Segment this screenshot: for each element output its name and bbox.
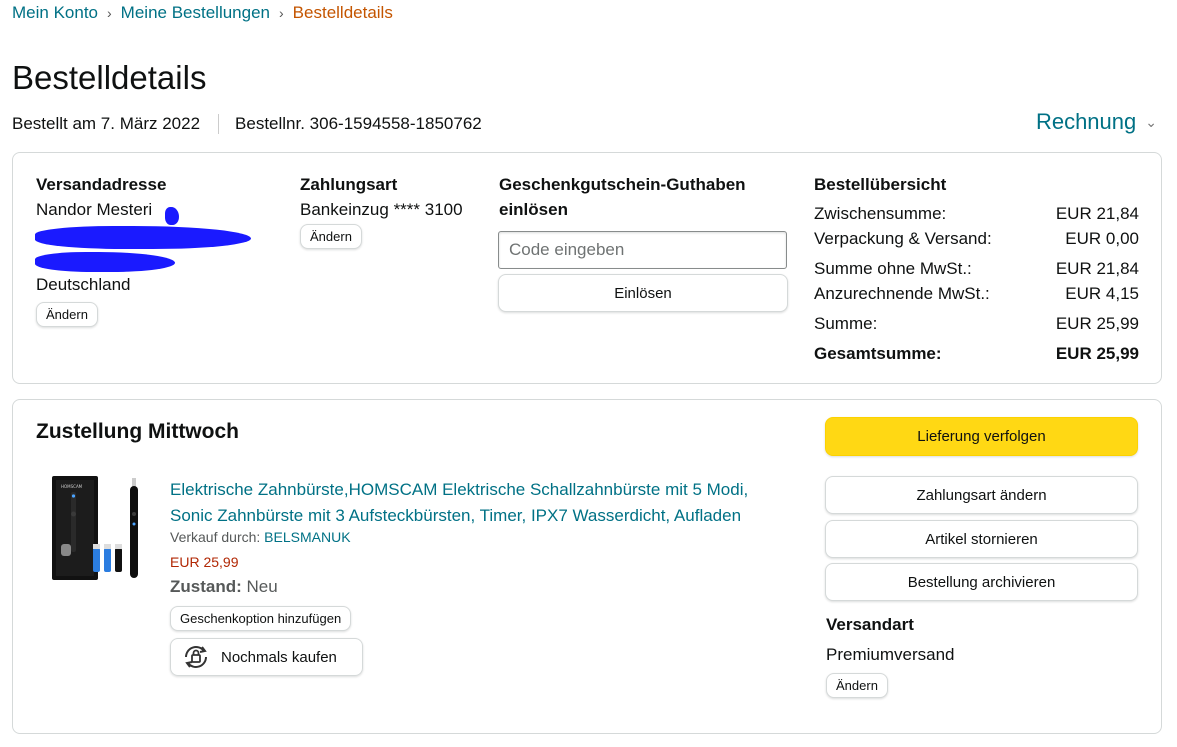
buy-again-button[interactable]: Nochmals kaufen xyxy=(170,638,363,676)
summary-value: EUR 4,15 xyxy=(1065,284,1139,303)
add-gift-option-button[interactable]: Geschenkoption hinzufügen xyxy=(170,606,352,631)
breadcrumb-my-account[interactable]: Mein Konto xyxy=(12,3,98,23)
cancel-item-label: Artikel stornieren xyxy=(925,530,1038,548)
meta-divider xyxy=(218,114,220,134)
shipping-address-heading: Versandadresse xyxy=(36,175,167,194)
order-date: Bestellt am 7. März 2022 xyxy=(12,114,201,133)
summary-total-label: Gesamtsumme: xyxy=(814,344,942,363)
summary-row: Summe: EUR 25,99 xyxy=(814,311,1139,336)
change-payment-button[interactable]: Ändern xyxy=(300,224,362,249)
change-shipping-method-button[interactable]: Ändern xyxy=(826,673,888,698)
change-payment-method-button[interactable]: Zahlungsart ändern xyxy=(825,476,1138,514)
summary-value: EUR 21,84 xyxy=(1055,204,1139,223)
redaction-mark xyxy=(35,252,175,272)
summary-row: Zwischensumme: EUR 21,84 xyxy=(814,201,1139,226)
redeem-label: Einlösen xyxy=(614,284,672,302)
gift-card-heading: Geschenkgutschein-Guthaben einlösen xyxy=(499,175,746,219)
breadcrumb-my-orders[interactable]: Meine Bestellungen xyxy=(121,3,270,23)
change-payment-method-label: Zahlungsart ändern xyxy=(916,486,1047,504)
summary-row: Anzurechnende MwSt.: EUR 4,15 xyxy=(814,281,1139,306)
payment-method: Bankeinzug **** 3100 xyxy=(300,200,463,219)
summary-heading: Bestellübersicht xyxy=(814,175,947,194)
track-package-label: Lieferung verfolgen xyxy=(917,428,1046,445)
delivery-box: Zustellung Mittwoch HOMSCAM Elektrische … xyxy=(12,399,1162,734)
product-condition: Zustand: Neu xyxy=(170,577,278,597)
product-title-link[interactable]: Elektrische Zahnbürste,HOMSCAM Elektrisc… xyxy=(170,477,790,529)
country: Deutschland xyxy=(36,275,131,294)
delivery-heading: Zustellung Mittwoch xyxy=(36,420,239,443)
order-meta: Bestellt am 7. März 2022 Bestellnr. 306-… xyxy=(12,113,482,135)
summary-label: Zwischensumme: xyxy=(814,204,947,223)
summary-total-value: EUR 25,99 xyxy=(1055,344,1139,363)
condition-label: Zustand: xyxy=(170,577,242,596)
breadcrumb-separator-icon: › xyxy=(279,5,284,21)
track-package-button[interactable]: Lieferung verfolgen xyxy=(825,417,1138,456)
recipient-name: Nandor Mesteri xyxy=(36,200,153,219)
buy-again-label: Nochmals kaufen xyxy=(221,648,337,666)
page-title: Bestelldetails xyxy=(12,59,207,96)
summary-row: Verpackung & Versand: EUR 0,00 xyxy=(814,226,1139,251)
condition-value: Neu xyxy=(246,577,278,596)
summary-value: EUR 21,84 xyxy=(1055,259,1139,278)
payment-section: Zahlungsart Bankeinzug **** 3100 Ändern xyxy=(300,172,490,249)
invoice-label: Rechnung xyxy=(1035,109,1137,134)
order-info-box: Versandadresse Nandor Mesteri Deutschlan… xyxy=(12,152,1162,384)
breadcrumb-separator-icon: › xyxy=(107,5,112,21)
buy-again-icon xyxy=(185,646,207,668)
cancel-item-button[interactable]: Artikel stornieren xyxy=(825,520,1138,558)
change-address-button[interactable]: Ändern xyxy=(36,302,98,327)
archive-order-button[interactable]: Bestellung archivieren xyxy=(825,563,1138,601)
summary-row: Summe ohne MwSt.: EUR 21,84 xyxy=(814,256,1139,281)
redaction-mark xyxy=(35,226,251,249)
product-image[interactable]: HOMSCAM xyxy=(49,474,149,586)
redeem-button[interactable]: Einlösen xyxy=(498,274,788,312)
chevron-down-icon: ⌄ xyxy=(1145,113,1157,130)
summary-label: Verpackung & Versand: xyxy=(814,229,992,248)
archive-order-label: Bestellung archivieren xyxy=(907,573,1056,591)
order-details-page: Mein Konto › Meine Bestellungen › Bestel… xyxy=(0,0,1177,747)
gift-code-input[interactable] xyxy=(498,231,787,269)
payment-heading: Zahlungsart xyxy=(300,175,398,194)
shipping-method-value: Premiumversand xyxy=(826,645,955,664)
invoice-dropdown[interactable]: Rechnung ⌄ xyxy=(1036,108,1157,136)
breadcrumb: Mein Konto › Meine Bestellungen › Bestel… xyxy=(12,2,393,24)
summary-label: Anzurechnende MwSt.: xyxy=(814,284,990,303)
summary-value: EUR 0,00 xyxy=(1065,229,1139,248)
summary-label: Summe ohne MwSt.: xyxy=(814,259,972,278)
sold-by: Verkauf durch: BELSMANUK xyxy=(170,529,351,545)
summary-label: Summe: xyxy=(814,314,878,333)
shipping-address-section: Versandadresse Nandor Mesteri Deutschlan… xyxy=(36,172,276,327)
sold-by-label: Verkauf durch: xyxy=(170,529,261,545)
redaction-mark xyxy=(165,207,179,225)
shipping-method-heading: Versandart xyxy=(826,615,914,634)
order-number: Bestellnr. 306-1594558-1850762 xyxy=(235,114,482,133)
svg-text:HOMSCAM: HOMSCAM xyxy=(61,484,83,489)
summary-total-row: Gesamtsumme: EUR 25,99 xyxy=(814,341,1139,366)
summary-value: EUR 25,99 xyxy=(1055,314,1139,333)
seller-link[interactable]: BELSMANUK xyxy=(264,529,350,545)
breadcrumb-current: Bestelldetails xyxy=(292,3,393,22)
gift-card-section: Geschenkgutschein-Guthaben einlösen xyxy=(499,172,779,222)
product-price: EUR 25,99 xyxy=(170,554,239,570)
